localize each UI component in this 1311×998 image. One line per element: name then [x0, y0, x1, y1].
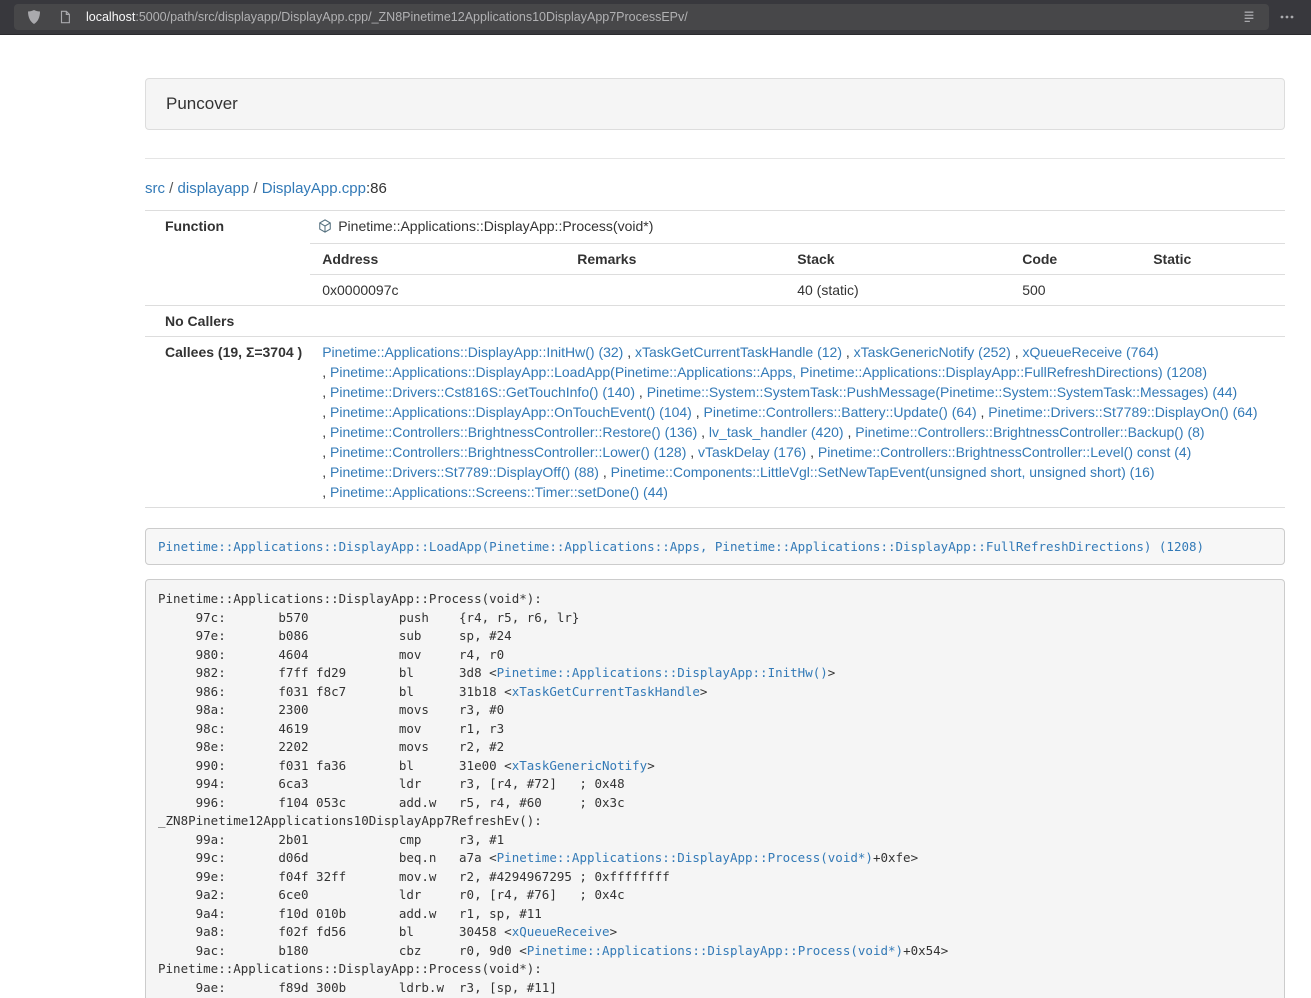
callee-link[interactable]: xQueueReceive (764): [1023, 344, 1159, 360]
callee-link[interactable]: Pinetime::System::SystemTask::PushMessag…: [647, 384, 1238, 400]
function-table: Function Pinetime::Applications::Display…: [145, 210, 1285, 508]
callee-separator: ,: [322, 464, 330, 480]
page-content: Puncover src / displayapp / DisplayApp.c…: [145, 35, 1285, 998]
disassembly: Pinetime::Applications::DisplayApp::Proc…: [145, 579, 1285, 998]
content-divider: [145, 158, 1285, 159]
page-actions-menu-icon[interactable]: [1277, 7, 1297, 27]
callee-link[interactable]: Pinetime::Controllers::Battery::Update()…: [704, 404, 977, 420]
callees-label: Callees (19, Σ=3704 ): [145, 337, 310, 508]
no-callers-label: No Callers: [145, 306, 310, 337]
callee-link[interactable]: Pinetime::Applications::Screens::Timer::…: [330, 484, 668, 500]
function-name: Pinetime::Applications::DisplayApp::Proc…: [338, 218, 653, 234]
browser-toolbar: localhost:5000/path/src/displayapp/Displ…: [0, 0, 1311, 35]
callee-separator: ,: [322, 384, 330, 400]
callee-separator: ,: [623, 344, 635, 360]
breadcrumb-separator: /: [249, 180, 262, 197]
breadcrumb: src / displayapp / DisplayApp.cpp:86: [145, 179, 1285, 199]
callee-separator: ,: [842, 344, 854, 360]
url-bar[interactable]: localhost:5000/path/src/displayapp/Displ…: [14, 4, 1269, 30]
cell-code: 500: [1010, 275, 1141, 306]
breadcrumb-link-0[interactable]: src: [145, 180, 165, 197]
cell-remarks: [565, 275, 785, 306]
callee-link[interactable]: Pinetime::Applications::DisplayApp::Init…: [322, 344, 623, 360]
url-host: localhost: [86, 10, 135, 24]
cell-address: 0x0000097c: [310, 275, 565, 306]
callee-separator: ,: [322, 424, 330, 440]
callee-separator: ,: [322, 404, 330, 420]
callee-link[interactable]: xTaskGetCurrentTaskHandle (12): [635, 344, 842, 360]
callee-separator: ,: [322, 444, 330, 460]
reader-view-icon[interactable]: [1239, 7, 1259, 27]
col-header-code: Code: [1010, 244, 1141, 275]
callee-separator: ,: [844, 424, 856, 440]
callee-separator: ,: [635, 384, 647, 400]
page-title: Puncover: [166, 94, 1264, 114]
callee-link[interactable]: Pinetime::Controllers::BrightnessControl…: [855, 424, 1204, 440]
cell-static: [1141, 275, 1285, 306]
app-header-panel: Puncover: [145, 78, 1285, 130]
asm-symbol-link[interactable]: xTaskGenericNotify: [512, 758, 647, 773]
callee-separator: ,: [1011, 344, 1023, 360]
tracking-protection-shield-icon[interactable]: [24, 7, 44, 27]
function-type-cube-icon: [318, 218, 332, 238]
callee-link[interactable]: xTaskGenericNotify (252): [854, 344, 1011, 360]
breadcrumb-link-2[interactable]: DisplayApp.cpp: [262, 180, 366, 197]
col-header-stack: Stack: [785, 244, 1010, 275]
callee-link[interactable]: Pinetime::Controllers::BrightnessControl…: [330, 444, 686, 460]
page-icon[interactable]: [55, 7, 75, 27]
callee-separator: ,: [686, 444, 698, 460]
callee-link[interactable]: Pinetime::Controllers::BrightnessControl…: [330, 424, 697, 440]
stats-table: Address Remarks Stack Code Static 0x0000…: [310, 244, 1285, 305]
asm-symbol-link[interactable]: xQueueReceive: [512, 924, 610, 939]
stats-row: 0x0000097c 40 (static) 500: [310, 275, 1285, 306]
callees-row: Callees (19, Σ=3704 ) Pinetime::Applicat…: [145, 337, 1285, 508]
callee-link[interactable]: Pinetime::Applications::DisplayApp::OnTo…: [330, 404, 692, 420]
function-stats-row: Address Remarks Stack Code Static 0x0000…: [145, 244, 1285, 306]
breadcrumb-link-1[interactable]: displayapp: [178, 180, 250, 197]
no-callers-cell: [310, 306, 1285, 337]
function-row-label: Function: [145, 211, 310, 306]
callee-separator: ,: [977, 404, 989, 420]
callees-list: Pinetime::Applications::DisplayApp::Init…: [310, 337, 1285, 508]
url-path: :5000/path/src/displayapp/DisplayApp.cpp…: [135, 10, 687, 24]
asm-symbol-link[interactable]: Pinetime::Applications::DisplayApp::Proc…: [527, 943, 903, 958]
callee-link[interactable]: Pinetime::Applications::DisplayApp::Load…: [330, 364, 1207, 380]
callee-separator: ,: [322, 364, 330, 380]
asm-symbol-link[interactable]: Pinetime::Applications::DisplayApp::Proc…: [497, 850, 873, 865]
no-callers-row: No Callers: [145, 306, 1285, 337]
breadcrumb-separator: /: [165, 180, 178, 197]
callee-link[interactable]: vTaskDelay (176): [698, 444, 806, 460]
callee-link[interactable]: Pinetime::Drivers::Cst816S::GetTouchInfo…: [330, 384, 635, 400]
callee-separator: ,: [692, 404, 704, 420]
url-text[interactable]: localhost:5000/path/src/displayapp/Displ…: [86, 10, 1228, 24]
function-row: Function Pinetime::Applications::Display…: [145, 211, 1285, 244]
cell-stack: 40 (static): [785, 275, 1010, 306]
highlighted-callee-box: Pinetime::Applications::DisplayApp::Load…: [145, 528, 1285, 565]
asm-symbol-link[interactable]: Pinetime::Applications::DisplayApp::Init…: [497, 665, 828, 680]
callee-link[interactable]: lv_task_handler (420): [709, 424, 844, 440]
callee-link[interactable]: Pinetime::Drivers::St7789::DisplayOn() (…: [988, 404, 1257, 420]
callee-link[interactable]: Pinetime::Drivers::St7789::DisplayOff() …: [330, 464, 599, 480]
callee-separator: ,: [806, 444, 818, 460]
col-header-remarks: Remarks: [565, 244, 785, 275]
callee-separator: ,: [697, 424, 709, 440]
callee-link[interactable]: Pinetime::Components::LittleVgl::SetNewT…: [611, 464, 1155, 480]
asm-symbol-link[interactable]: xTaskGetCurrentTaskHandle: [512, 684, 700, 699]
callee-separator: ,: [322, 484, 330, 500]
col-header-static: Static: [1141, 244, 1285, 275]
callee-link[interactable]: Pinetime::Controllers::BrightnessControl…: [818, 444, 1191, 460]
col-header-address: Address: [310, 244, 565, 275]
highlighted-callee-link[interactable]: Pinetime::Applications::DisplayApp::Load…: [158, 539, 1204, 554]
breadcrumb-line-number: :86: [366, 180, 387, 197]
callee-separator: ,: [599, 464, 611, 480]
